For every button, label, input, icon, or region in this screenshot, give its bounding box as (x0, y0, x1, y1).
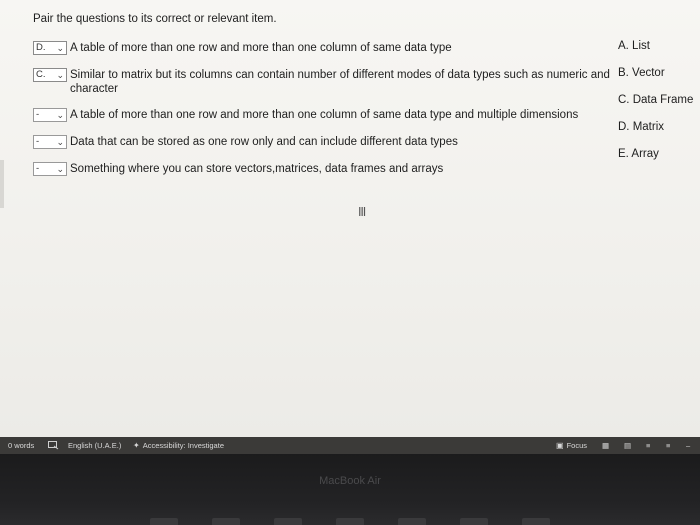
select-value: D. (36, 42, 46, 53)
answer-item: C. Data Frame (618, 94, 694, 106)
laptop-bezel (0, 454, 700, 525)
pair-text: Data that can be stored as one row only … (70, 136, 458, 148)
laptop-brand: MacBook Air (319, 475, 381, 487)
status-bar: 0 words English (U.A.E.) ✦ Accessibility… (0, 437, 700, 454)
select-value: - (36, 109, 40, 120)
accessibility-status[interactable]: ✦ Accessibility: Investigate (133, 441, 224, 450)
window-edge (0, 160, 4, 208)
pair-text: Something where you can store vectors,ma… (70, 163, 444, 175)
pair-row-2: C. ⌄ Similar to matrix but its columns c… (33, 68, 610, 96)
language-status[interactable]: English (U.A.E.) (68, 441, 121, 450)
pair-text: A table of more than one row and more th… (70, 42, 452, 54)
question-prompt: Pair the questions to its correct or rel… (33, 13, 277, 25)
chevron-down-icon: ⌄ (56, 110, 64, 120)
outline-view-icon[interactable]: ≡ (666, 441, 670, 450)
zoom-out-icon[interactable]: – (686, 441, 690, 450)
chevron-down-icon: ⌄ (56, 164, 64, 174)
keyboard-key (336, 518, 364, 525)
keyboard-key (150, 518, 178, 525)
pair-text-line2: character (70, 83, 118, 95)
answer-item: A. List (618, 40, 650, 52)
keyboard-keys (150, 518, 550, 525)
web-layout-icon[interactable]: ▤ (624, 441, 631, 450)
answer-select-1[interactable]: D. ⌄ (33, 41, 67, 55)
pair-row-3: - ⌄ A table of more than one row and mor… (33, 108, 578, 122)
keyboard-key (398, 518, 426, 525)
keyboard-key (522, 518, 550, 525)
word-count[interactable]: 0 words (8, 441, 34, 450)
select-value: - (36, 163, 40, 174)
print-layout-icon[interactable]: ▦ (602, 441, 609, 450)
read-mode-icon[interactable]: ≡ (646, 441, 650, 450)
pair-row-5: - ⌄ Something where you can store vector… (33, 162, 443, 176)
pair-row-1: D. ⌄ A table of more than one row and mo… (33, 41, 452, 55)
chevron-down-icon: ⌄ (56, 43, 64, 53)
select-value: C. (36, 69, 46, 80)
keyboard-key (460, 518, 488, 525)
accessibility-label: Accessibility: Investigate (142, 441, 224, 450)
answer-select-4[interactable]: - ⌄ (33, 135, 67, 149)
screen: Pair the questions to its correct or rel… (0, 0, 700, 437)
focus-label: Focus (566, 441, 587, 450)
answer-select-5[interactable]: - ⌄ (33, 162, 67, 176)
select-value: - (36, 136, 40, 147)
proofing-icon[interactable] (48, 441, 59, 450)
answer-select-2[interactable]: C. ⌄ (33, 68, 67, 82)
pair-text: Similar to matrix but its columns can co… (70, 69, 610, 81)
focus-button[interactable]: ▣ Focus (556, 441, 587, 450)
answer-item: D. Matrix (618, 121, 664, 133)
answer-select-3[interactable]: - ⌄ (33, 108, 67, 122)
keyboard-key (212, 518, 240, 525)
answer-item: B. Vector (618, 67, 665, 79)
focus-icon: ▣ (556, 441, 564, 450)
chevron-down-icon: ⌄ (56, 137, 64, 147)
pair-text: A table of more than one row and more th… (70, 109, 579, 121)
text-cursor-icon: Ⅲ (358, 205, 367, 219)
pair-row-4: - ⌄ Data that can be stored as one row o… (33, 135, 458, 149)
answer-item: E. Array (618, 148, 659, 160)
keyboard-key (274, 518, 302, 525)
chevron-down-icon: ⌄ (56, 70, 64, 80)
accessibility-icon: ✦ (133, 441, 140, 450)
